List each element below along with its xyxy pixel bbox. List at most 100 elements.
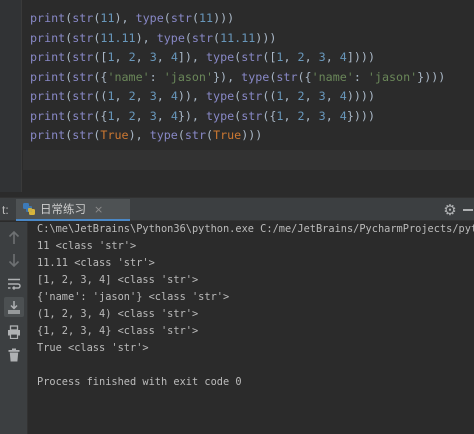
code-line[interactable]: print(str((1, 2, 3, 4)), type(str((1, 2,… (30, 87, 445, 107)
run-tab[interactable]: 日常练习 × (16, 199, 130, 221)
code-lines[interactable]: print(str(11), type(str(11))) print(str(1… (30, 9, 445, 146)
console-line: {'name': 'jason'} <class 'str'> (37, 291, 230, 303)
code-token: 4 (170, 50, 178, 64)
current-line-highlight (23, 150, 474, 170)
code-token: ))) (241, 128, 263, 142)
code-token: ), (114, 11, 136, 25)
code-token: ), (135, 30, 157, 45)
code-token: (( (93, 89, 108, 103)
gear-icon[interactable]: ⚙ (441, 201, 459, 219)
code-token: str (72, 89, 94, 103)
arrow-up-icon[interactable] (4, 228, 24, 248)
code-token: 'jason' (367, 69, 418, 84)
code-token: : (353, 69, 368, 84)
code-token: str (184, 128, 207, 142)
code-token: 11.11 (220, 30, 256, 45)
code-token: ( (191, 11, 199, 25)
code-token: , (135, 89, 150, 103)
code-token: ({ (93, 69, 108, 84)
code-token: }), (177, 108, 207, 123)
code-token: type (206, 108, 235, 123)
run-tool-window-header: t: 日常练习 × ⚙ (0, 197, 474, 221)
code-token: , (135, 50, 150, 64)
code-token: }), (213, 69, 242, 84)
code-token: , (135, 108, 150, 123)
print-icon[interactable] (4, 322, 24, 342)
minimize-icon[interactable] (463, 209, 473, 211)
code-token: ), (128, 128, 150, 142)
code-token: (( (262, 89, 277, 103)
code-token: 4 (339, 89, 347, 103)
code-token: 2 (297, 108, 305, 123)
code-token: , (114, 89, 129, 103)
console-line: (1, 2, 3, 4) <class 'str'> (37, 308, 199, 320)
run-toolbar (0, 222, 28, 434)
soft-wrap-icon[interactable] (4, 274, 24, 294)
arrow-down-icon[interactable] (4, 250, 24, 270)
code-token: str (241, 89, 263, 103)
code-token: ( (177, 128, 185, 142)
code-token: , (304, 50, 319, 64)
console-line: [1, 2, 3, 4] <class 'str'> (37, 274, 199, 286)
code-token: 4 (339, 108, 347, 123)
code-token: 11 (198, 11, 214, 25)
code-token: : (149, 69, 164, 84)
editor-gutter[interactable] (0, 0, 22, 192)
code-token: str (241, 108, 263, 123)
code-token: , (156, 89, 171, 103)
code-token: print (30, 108, 66, 123)
code-token: , (283, 89, 298, 103)
code-token: 3 (318, 108, 326, 123)
code-token: , (325, 89, 340, 103)
trash-icon[interactable] (4, 345, 24, 365)
code-line[interactable]: print(str({1, 2, 3, 4}), type(str({1, 2,… (30, 107, 445, 127)
code-editor[interactable]: print(str(11), type(str(11))) print(str(1… (0, 0, 474, 192)
code-token: ))) (213, 11, 235, 25)
code-token: str (72, 69, 94, 84)
console-line: 11.11 <class 'str'> (37, 257, 155, 269)
code-token: }))) (346, 108, 375, 123)
code-line[interactable]: print(str(11), type(str(11))) (30, 9, 445, 29)
code-token: , (283, 108, 298, 123)
code-token: 3 (318, 50, 326, 64)
code-line[interactable]: print(str(11.11), type(str(11.11))) (30, 29, 445, 49)
code-line[interactable]: print(str({'name': 'jason'}), type(str({… (30, 68, 445, 88)
code-token: ({ (297, 69, 312, 84)
code-token: ( (206, 128, 214, 142)
code-token: type (149, 128, 178, 142)
code-token: 4 (170, 89, 178, 103)
close-icon[interactable]: × (94, 203, 103, 216)
code-token: type (206, 50, 235, 64)
code-token: ( (163, 11, 171, 25)
code-token: 3 (149, 50, 157, 64)
code-line[interactable]: print(str(True), type(str(True))) (30, 126, 445, 146)
code-token: , (114, 50, 129, 64)
code-token: ([ (93, 50, 108, 64)
code-token: , (325, 50, 340, 64)
code-token: str (170, 11, 192, 25)
code-token: 'name' (311, 69, 354, 84)
console-output[interactable]: C:\me\JetBrains\Python36\python.exe C:/m… (37, 221, 474, 391)
scroll-to-end-icon[interactable] (4, 297, 24, 317)
code-token: ]), (177, 50, 207, 64)
code-token: 11 (100, 11, 115, 25)
code-token: 2 (128, 50, 136, 64)
code-token: 2 (128, 89, 136, 103)
code-token: 'jason' (163, 69, 214, 84)
code-token: print (30, 30, 66, 45)
code-token: , (114, 108, 129, 123)
code-token: ([ (262, 50, 277, 64)
code-token: print (30, 128, 66, 142)
code-token: print (30, 69, 66, 84)
code-token: True (100, 128, 129, 142)
code-token: 4 (170, 108, 178, 123)
code-token: , (304, 108, 319, 123)
code-token: 4 (339, 50, 347, 64)
code-token: 3 (318, 89, 326, 103)
code-token: ({ (262, 108, 277, 123)
code-token: 2 (297, 50, 305, 64)
code-line[interactable]: print(str([1, 2, 3, 4]), type(str([1, 2,… (30, 48, 445, 68)
code-token: str (241, 50, 263, 64)
code-token: type (156, 30, 185, 45)
code-token: , (325, 108, 340, 123)
